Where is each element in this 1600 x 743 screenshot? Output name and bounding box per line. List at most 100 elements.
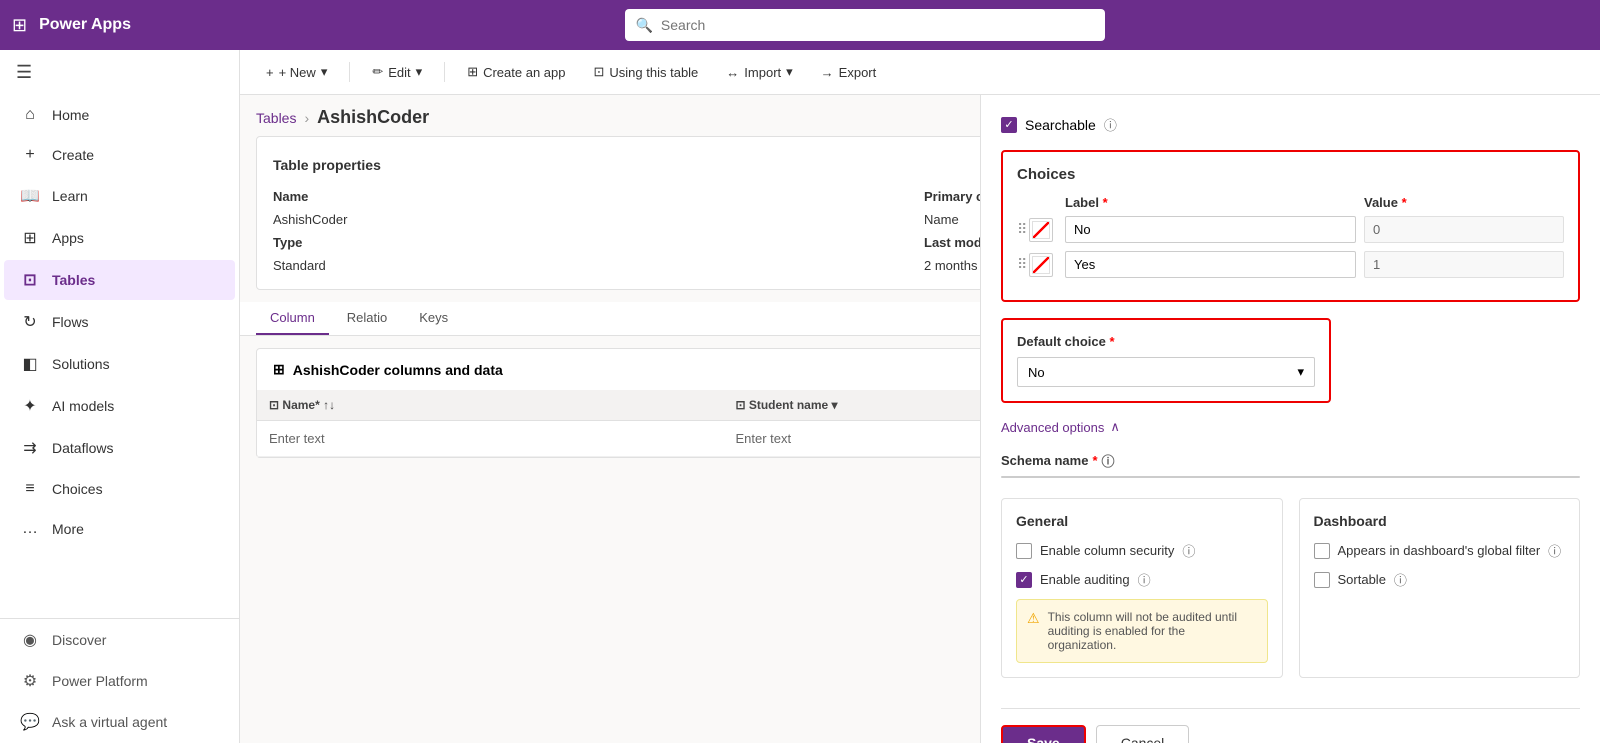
auditing-info-icon[interactable]: ⓘ <box>1138 570 1151 589</box>
dashboard-box: Dashboard Appears in dashboard's global … <box>1299 498 1581 678</box>
sidebar-item-power-platform[interactable]: ⚙ Power Platform <box>4 661 235 701</box>
content-wrapper: Tables › AshishCoder Table properties ⚙ … <box>240 95 1600 743</box>
using-table-button[interactable]: ⊡ Using this table <box>584 58 709 86</box>
audit-warning: ⚠ This column will not be audited until … <box>1016 599 1268 663</box>
dashboard-info-icon[interactable]: ⓘ <box>1548 541 1561 560</box>
choice-label-no[interactable] <box>1065 216 1356 243</box>
default-choice-chevron: ▾ <box>1297 364 1304 380</box>
using-table-icon: ⊡ <box>594 64 605 80</box>
schema-info-icon[interactable]: ⓘ <box>1102 451 1115 470</box>
sortable-label: Sortable <box>1338 572 1386 587</box>
search-bar[interactable]: 🔍 <box>625 9 1105 41</box>
choice-value-no: 0 <box>1364 216 1564 243</box>
grid-icon[interactable]: ⊞ <box>12 15 27 36</box>
dashboard-title: Dashboard <box>1314 513 1566 529</box>
breadcrumb-separator: › <box>304 110 309 126</box>
sidebar-item-dataflows[interactable]: ⇉ Dataflows <box>4 428 235 468</box>
sidebar-toggle[interactable]: ☰ <box>0 50 239 95</box>
tab-relationships[interactable]: Relatio <box>333 302 401 335</box>
choice-row-no: ⠿ 0 <box>1017 216 1564 243</box>
sidebar-item-choices[interactable]: ≡ Choices <box>4 470 235 508</box>
sidebar-item-ask-virtual[interactable]: 💬 Ask a virtual agent <box>4 702 235 742</box>
new-icon: + <box>266 65 274 80</box>
searchable-label: Searchable <box>1025 117 1096 133</box>
search-input[interactable] <box>661 17 1096 33</box>
sidebar-item-ai-models[interactable]: ✦ AI models <box>4 386 235 426</box>
sidebar-label-home: Home <box>52 107 89 123</box>
sidebar-item-discover[interactable]: ◉ Discover <box>4 620 235 660</box>
sidebar-item-create[interactable]: + Create <box>4 136 235 174</box>
tab-keys[interactable]: Keys <box>405 302 462 335</box>
more-icon: … <box>20 520 40 538</box>
sortable-info-icon[interactable]: ⓘ <box>1394 570 1407 589</box>
sidebar-item-flows[interactable]: ↻ Flows <box>4 302 235 342</box>
sidebar-item-solutions[interactable]: ◧ Solutions <box>4 344 235 384</box>
sidebar-label-choices: Choices <box>52 481 103 497</box>
cancel-button[interactable]: Cancel <box>1096 725 1190 743</box>
label-col-header: Label * <box>1065 195 1356 210</box>
tables-icon: ⊡ <box>20 270 40 290</box>
no-icon-no[interactable] <box>1029 218 1053 242</box>
drag-handle-no[interactable]: ⠿ <box>1017 218 1057 242</box>
flows-icon: ↻ <box>20 312 40 332</box>
sortable-checkbox[interactable] <box>1314 572 1330 588</box>
value-col-header: Value * <box>1364 195 1564 210</box>
create-app-icon: ⊞ <box>467 64 478 80</box>
sortable-row: Sortable ⓘ <box>1314 570 1566 589</box>
col-type-icon: ⊡ <box>269 398 279 412</box>
advanced-options-toggle[interactable]: Advanced options ∧ <box>1001 419 1580 435</box>
breadcrumb-tables[interactable]: Tables <box>256 110 296 126</box>
panel-footer: Save Cancel <box>1001 708 1580 743</box>
main-layout: ☰ ⌂ Home + Create 📖 Learn ⊞ Apps ⊡ Table… <box>0 50 1600 743</box>
edit-icon: ✏ <box>372 64 383 80</box>
sidebar-item-home[interactable]: ⌂ Home <box>4 96 235 134</box>
drag-handle-yes[interactable]: ⠿ <box>1017 253 1057 277</box>
import-button[interactable]: ↔ Import ▾ <box>716 58 802 86</box>
sidebar-item-learn[interactable]: 📖 Learn <box>4 176 235 216</box>
enable-col-security-label: Enable column security <box>1040 543 1174 558</box>
sidebar-item-more[interactable]: … More <box>4 510 235 548</box>
appears-dashboard-row: Appears in dashboard's global filter ⓘ <box>1314 541 1566 560</box>
dataflows-icon: ⇉ <box>20 438 40 458</box>
general-dashboard-row: General Enable column security ⓘ ✓ Enabl… <box>1001 498 1580 678</box>
new-button[interactable]: + + New ▾ <box>256 58 337 86</box>
sidebar-item-apps[interactable]: ⊞ Apps <box>4 218 235 258</box>
appears-dashboard-checkbox[interactable] <box>1314 543 1330 559</box>
sidebar-label-discover: Discover <box>52 632 106 648</box>
col-security-info-icon[interactable]: ⓘ <box>1182 541 1195 560</box>
schema-value-input[interactable] <box>1062 477 1579 478</box>
schema-name-label: Schema name * ⓘ <box>1001 451 1580 470</box>
default-choice-select[interactable]: No ▾ <box>1017 357 1315 387</box>
export-button[interactable]: → Export <box>811 59 887 86</box>
toolbar: + + New ▾ ✏ Edit ▾ ⊞ Create an app ⊡ Usi… <box>240 50 1600 95</box>
save-button[interactable]: Save <box>1001 725 1086 743</box>
sidebar-item-tables[interactable]: ⊡ Tables <box>4 260 235 300</box>
appears-dashboard-label: Appears in dashboard's global filter <box>1338 543 1541 558</box>
default-choice-label: Default choice * <box>1017 334 1315 349</box>
edit-button[interactable]: ✏ Edit ▾ <box>362 58 432 86</box>
chevron-up-icon: ∧ <box>1110 419 1120 435</box>
searchable-checkbox[interactable]: ✓ <box>1001 117 1017 133</box>
new-chevron-icon: ▾ <box>321 64 328 80</box>
right-panel: ✓ Searchable ⓘ Choices Label * Value * <box>980 95 1600 743</box>
searchable-info-icon[interactable]: ⓘ <box>1104 115 1117 134</box>
col-header-name: ⊡ Name* ↑↓ <box>257 390 723 421</box>
name-cell: Enter text <box>257 421 723 457</box>
edit-chevron-icon: ▾ <box>416 64 423 80</box>
export-icon: → <box>821 65 834 80</box>
enable-auditing-checkbox[interactable]: ✓ <box>1016 572 1032 588</box>
chat-icon: 💬 <box>20 712 40 732</box>
breadcrumb-current: AshishCoder <box>317 107 429 128</box>
general-box: General Enable column security ⓘ ✓ Enabl… <box>1001 498 1283 678</box>
advanced-options-label: Advanced options <box>1001 420 1104 435</box>
enable-auditing-row: ✓ Enable auditing ⓘ <box>1016 570 1268 589</box>
learn-icon: 📖 <box>20 186 40 206</box>
col-student-icon: ⊡ <box>735 398 745 412</box>
enable-col-security-checkbox[interactable] <box>1016 543 1032 559</box>
search-icon: 🔍 <box>635 17 652 34</box>
tab-columns[interactable]: Column <box>256 302 329 335</box>
no-icon-yes[interactable] <box>1029 253 1053 277</box>
choices-header: Label * Value * <box>1017 195 1564 210</box>
choice-label-yes[interactable] <box>1065 251 1356 278</box>
create-app-button[interactable]: ⊞ Create an app <box>457 58 575 86</box>
